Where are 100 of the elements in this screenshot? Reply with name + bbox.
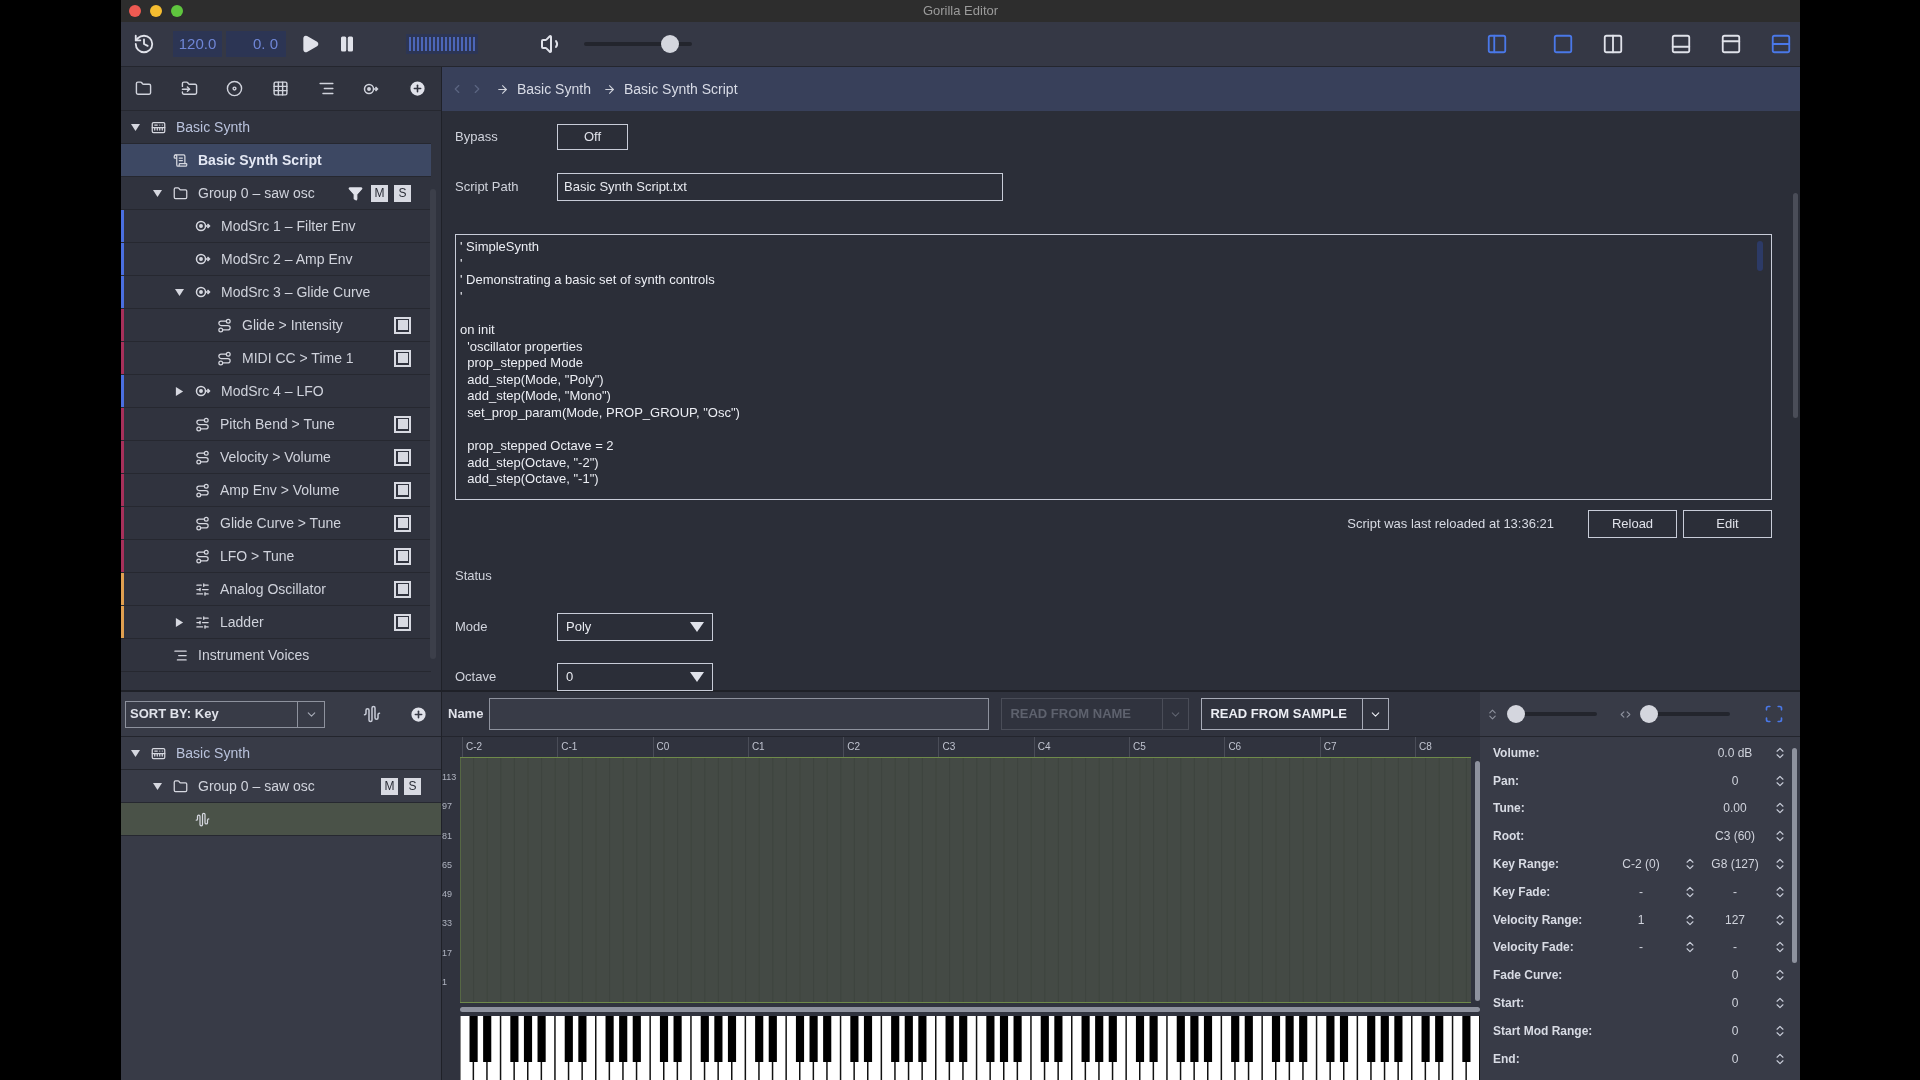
property-value[interactable]: 0.0 dB <box>1701 743 1769 762</box>
enable-checkbox[interactable] <box>394 613 411 631</box>
piano-keyboard[interactable] <box>460 1016 1480 1080</box>
property-value[interactable]: 1 <box>1603 910 1679 929</box>
import-icon[interactable] <box>180 80 198 97</box>
slider[interactable] <box>584 35 692 53</box>
waveform-icon[interactable] <box>363 705 381 723</box>
mute-toggle[interactable]: M <box>381 777 398 795</box>
close-button[interactable] <box>129 5 141 17</box>
top-panel-icon[interactable] <box>1720 33 1742 55</box>
stepper-icon[interactable] <box>1773 884 1787 899</box>
tree-item[interactable]: LFO > Tune <box>121 540 431 573</box>
stepper-icon[interactable] <box>1773 1023 1787 1038</box>
slider[interactable] <box>1640 705 1730 723</box>
grid-icon[interactable] <box>271 80 289 97</box>
scrollbar[interactable] <box>1757 241 1763 271</box>
enable-checkbox[interactable] <box>394 514 411 532</box>
tree-item[interactable]: Glide Curve > Tune <box>121 507 431 540</box>
scrollbar[interactable] <box>460 1007 1480 1012</box>
bypass-button[interactable]: Off <box>557 124 628 150</box>
dropdown[interactable]: 0 <box>557 662 713 691</box>
enable-checkbox[interactable] <box>394 547 411 565</box>
scrollbar[interactable] <box>1793 193 1798 418</box>
breadcrumb-link[interactable]: Basic Synth <box>517 78 591 100</box>
scrollbar[interactable] <box>1792 748 1797 963</box>
zoom-button[interactable] <box>171 5 183 17</box>
breadcrumb-link[interactable]: Basic Synth Script <box>623 78 738 100</box>
tree-item[interactable]: Instrument Voices <box>121 639 431 672</box>
stepper-icon[interactable] <box>1773 912 1787 927</box>
slider-thumb[interactable] <box>660 35 679 53</box>
left-panel-icon[interactable] <box>1486 33 1508 55</box>
enable-checkbox[interactable] <box>394 415 411 433</box>
read-from-sample-dropdown[interactable]: READ FROM SAMPLE <box>1201 698 1390 730</box>
history-icon[interactable] <box>133 33 155 55</box>
stepper-icon[interactable] <box>1773 801 1787 816</box>
stepper-icon[interactable] <box>1773 940 1787 955</box>
script-path-field[interactable]: Basic Synth Script.txt <box>557 173 1003 201</box>
property-value[interactable]: 0 <box>1701 994 1769 1013</box>
tree-item[interactable]: Pitch Bend > Tune <box>121 408 431 441</box>
add-icon[interactable] <box>407 79 427 98</box>
dropdown[interactable]: Poly <box>557 612 713 641</box>
stepper-icon[interactable] <box>1773 857 1787 872</box>
dial-icon[interactable] <box>226 80 244 97</box>
square-icon[interactable] <box>1552 33 1574 55</box>
rows-icon[interactable] <box>1770 33 1792 55</box>
triangle-down-icon[interactable] <box>130 122 140 132</box>
enable-checkbox[interactable] <box>394 448 411 466</box>
triangle-down-icon[interactable] <box>130 748 140 758</box>
property-value[interactable]: 127 <box>1701 910 1769 929</box>
filter-icon[interactable] <box>348 185 363 201</box>
mute-toggle[interactable]: M <box>371 184 388 202</box>
property-value[interactable]: 0.00 <box>1701 799 1769 818</box>
scrollbar[interactable] <box>1475 761 1480 1001</box>
property-value[interactable]: 0 <box>1701 966 1769 985</box>
bottom-panel-icon[interactable] <box>1670 33 1692 55</box>
tree-item[interactable]: Basic Synth <box>121 737 441 770</box>
enable-checkbox[interactable] <box>394 580 411 598</box>
solo-toggle[interactable]: S <box>394 184 411 202</box>
property-value[interactable]: - <box>1603 938 1679 957</box>
play-icon[interactable] <box>300 34 320 54</box>
property-value[interactable]: 0 <box>1701 1021 1769 1040</box>
triangle-down-icon[interactable] <box>152 188 162 198</box>
tree-item[interactable]: Amp Env > Volume <box>121 474 431 507</box>
minimize-button[interactable] <box>150 5 162 17</box>
enable-checkbox[interactable] <box>394 316 411 334</box>
tree-item[interactable]: Velocity > Volume <box>121 441 431 474</box>
tree-item[interactable]: Ladder <box>121 606 431 639</box>
slider[interactable] <box>1507 705 1597 723</box>
folder-icon[interactable] <box>135 80 152 97</box>
name-field[interactable] <box>489 698 990 730</box>
tree-item[interactable]: MIDI CC > Time 1 <box>121 342 431 375</box>
stepper-icon[interactable] <box>1773 773 1787 788</box>
tree-item[interactable]: Basic Synth Script <box>121 144 431 177</box>
property-value[interactable]: 0 <box>1701 1049 1769 1068</box>
tempo-field[interactable]: 120.0 <box>173 31 222 57</box>
sort-dropdown[interactable]: SORT BY: Key <box>125 700 325 728</box>
slider-thumb[interactable] <box>1507 705 1525 723</box>
property-value[interactable]: C-2 (0) <box>1603 855 1679 874</box>
enable-checkbox[interactable] <box>394 349 411 367</box>
property-value[interactable]: - <box>1701 938 1769 957</box>
triangle-right-icon[interactable] <box>174 386 184 396</box>
slider-thumb[interactable] <box>1640 705 1658 723</box>
fullscreen-icon[interactable] <box>1764 704 1784 724</box>
stepper-icon[interactable] <box>1773 968 1787 983</box>
reload-button[interactable]: Reload <box>1588 510 1677 538</box>
triangle-down-icon[interactable] <box>174 287 184 297</box>
enable-checkbox[interactable] <box>394 481 411 499</box>
property-value[interactable]: 0 <box>1701 771 1769 790</box>
pause-icon[interactable] <box>338 35 356 53</box>
tree-item[interactable]: Analog Oscillator <box>121 573 431 606</box>
property-value[interactable]: - <box>1603 882 1679 901</box>
stepper-icon[interactable] <box>1773 1051 1787 1066</box>
stepper-icon[interactable] <box>1773 829 1787 844</box>
tree-item[interactable]: Group 0 – saw osc M S <box>121 177 431 210</box>
tree-item[interactable]: Glide > Intensity <box>121 309 431 342</box>
triangle-down-icon[interactable] <box>152 781 162 791</box>
lines-icon[interactable] <box>317 80 335 97</box>
two-column-icon[interactable] <box>1602 33 1624 55</box>
stepper-icon[interactable] <box>1773 996 1787 1011</box>
scrollbar[interactable] <box>430 189 436 659</box>
